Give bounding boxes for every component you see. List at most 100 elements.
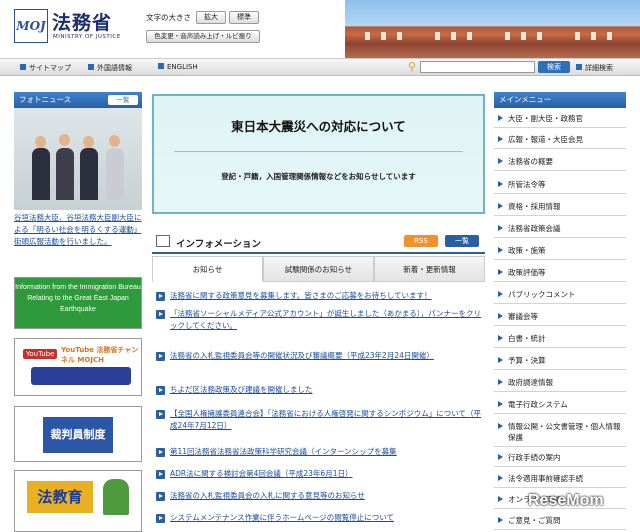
arrow-icon (156, 470, 165, 479)
arrow-icon (156, 448, 165, 457)
search-input[interactable] (420, 61, 535, 73)
menu-item-label: 政策・施策 (508, 246, 546, 255)
information-more-button[interactable]: 一覧 (445, 235, 479, 247)
menu-item-no-action-letter[interactable]: 法令適用事前確認手続 (494, 469, 626, 488)
triangle-icon (498, 158, 503, 164)
tab-new-updates[interactable]: 新着・更新情報 (374, 256, 485, 282)
news-item-text: 第11回法務省法務省法政策科学研究会議（インターンシップを募集 (170, 447, 397, 456)
ministry-building-photo (345, 0, 640, 58)
youtube-banner-text: YouTube 法務省チャンネル MOJCH (61, 346, 139, 364)
triangle-icon (498, 181, 503, 187)
menu-item-policies[interactable]: 政策・施策 (494, 241, 626, 260)
lay-judge-banner[interactable]: 裁判員制度 (14, 406, 142, 462)
news-item[interactable]: 「法務省ソーシャルメディア公式アカウント」が誕生しました（あかまる），パンナーを… (152, 308, 485, 332)
moj-channel-logo (31, 367, 131, 385)
menu-item-evaluation[interactable]: 政策評価等 (494, 263, 626, 282)
photo-news-more-button[interactable]: 一覧 (108, 95, 138, 105)
information-title: インフォメーション (176, 239, 262, 250)
menu-item-procedures[interactable]: 行政手続の案内 (494, 448, 626, 467)
law-education-banner[interactable]: 法教育 (14, 470, 142, 532)
menu-item-public-comment[interactable]: パブリックコメント (494, 285, 626, 304)
menu-item-recruitment[interactable]: 資格・採用情報 (494, 197, 626, 216)
menu-item-disclosure[interactable]: 情報公開・公文書管理・個人情報保護 (494, 417, 626, 447)
sitemap-link[interactable]: サイトマップ (20, 63, 71, 73)
utility-toolbar: サイトマップ 外国語情報 ENGLISH ⚲ 検索 詳細検索 (0, 58, 640, 76)
news-item-text: ADR法に関する検討会第4回会議（平成23年6月1日） (170, 469, 353, 478)
person-head (83, 136, 94, 148)
menu-item-label: パブリックコメント (508, 290, 576, 299)
news-item[interactable]: 【全国人権擁護委員連合会】「法務省における人権啓発に関するシンポジウム」について… (152, 408, 485, 432)
ministry-logo[interactable]: MOJ (14, 9, 48, 43)
youtube-icon: YouTube (23, 349, 58, 359)
menu-item-statistics[interactable]: 白書・統計 (494, 329, 626, 348)
advanced-search-label: 詳細検索 (585, 64, 613, 72)
arrow-icon (158, 63, 164, 69)
menu-item-councils[interactable]: 審議会等 (494, 307, 626, 326)
triangle-icon (498, 379, 503, 385)
menu-item-laws[interactable]: 所管法令等 (494, 175, 626, 194)
menu-item-label: 白書・統計 (508, 334, 546, 343)
mascot-illustration (103, 479, 129, 515)
arrow-icon (156, 386, 165, 395)
news-item[interactable]: システムメンテナンス作業に伴うホームページの閲覧停止について (152, 512, 485, 524)
menu-item-label: 法務省政策会議 (508, 224, 561, 233)
person-figure (56, 148, 74, 200)
person-head (109, 135, 120, 147)
youtube-channel-banner[interactable]: YouTube YouTube 法務省チャンネル MOJCH (14, 338, 142, 396)
lay-judge-label: 裁判員制度 (43, 417, 113, 453)
main-menu-heading: メインメニュー (494, 92, 626, 108)
news-item[interactable]: 法務省の入札監視委員会の入札に関する意見等のお知らせ (152, 490, 485, 502)
font-standard-button[interactable]: 標準 (229, 11, 259, 24)
menu-item-label: 情報公開・公文書管理・個人情報保護 (508, 422, 621, 442)
menu-item-e-government[interactable]: 電子行政システム (494, 395, 626, 414)
menu-item-policy-council[interactable]: 法務省政策会議 (494, 219, 626, 238)
font-enlarge-button[interactable]: 拡大 (196, 11, 226, 24)
triangle-icon (498, 313, 503, 319)
person-head (59, 134, 70, 146)
arrow-icon (88, 64, 94, 70)
person-figure (32, 148, 50, 200)
photo-news-title: フォトニュース (19, 95, 72, 104)
menu-item-procurement[interactable]: 政府調達情報 (494, 373, 626, 392)
advanced-search-link[interactable]: 詳細検索 (576, 63, 613, 73)
menu-item-label: 法務省の概要 (508, 157, 553, 166)
site-title[interactable]: 法務省 (52, 8, 112, 35)
english-link[interactable]: ENGLISH (158, 63, 198, 71)
news-item[interactable]: 第11回法務省法務省法政策科学研究会議（インターンシップを募集 (152, 446, 485, 458)
news-item[interactable]: ADR法に関する検討会第4回会議（平成23年6月1日） (152, 468, 485, 480)
menu-item-feedback[interactable]: ご意見・ご質問 (494, 511, 626, 530)
triangle-icon (498, 269, 503, 275)
menu-item-overview[interactable]: 法務省の概要 (494, 152, 626, 171)
banner-divider (174, 151, 463, 152)
earthquake-response-banner[interactable]: 東日本大震災への対応について 登記・戸籍，入国管理関係情報などをお知らせしていま… (152, 94, 485, 214)
photo-news-caption[interactable]: 谷垣法務大臣、谷垣法務大臣副大臣による「明るい社会を明るくする運動」街頭広報活動… (14, 212, 142, 248)
foreign-language-link[interactable]: 外国語情報 (88, 63, 132, 73)
immigration-earthquake-banner[interactable]: Information from the Immigration Bureau … (14, 277, 142, 329)
tab-exam-notices[interactable]: 試験関係のお知らせ (263, 256, 374, 282)
menu-item-label: 大臣・副大臣・政務官 (508, 114, 583, 123)
triangle-icon (498, 225, 503, 231)
menu-item-ministers[interactable]: 大臣・副大臣・政務官 (494, 109, 626, 128)
accessibility-button[interactable]: 色変更・音声読み上げ・ルビ振り (146, 30, 260, 43)
tab-notices[interactable]: お知らせ (152, 256, 263, 282)
foreign-language-label: 外国語情報 (97, 64, 132, 72)
news-item-text: 法務省の入札監視委員会等の開催状況及び審議概要（平成23年2月24日開催） (170, 351, 434, 360)
news-item[interactable]: 法務省の入札監視委員会等の開催状況及び審議概要（平成23年2月24日開催） (152, 350, 485, 362)
photo-news-image[interactable] (14, 108, 142, 210)
news-item[interactable]: 法務省に関する政策意見を募集します。皆さまのご応募をお待ちしています！ (152, 290, 485, 302)
rss-button[interactable]: RSS (404, 235, 438, 247)
menu-item-label: 所管法令等 (508, 180, 546, 189)
news-item[interactable]: ちよだ区法務政策及び建議を開催しました (152, 384, 485, 396)
arrow-icon (20, 64, 26, 70)
triangle-icon (498, 203, 503, 209)
search-button[interactable]: 検索 (538, 61, 570, 73)
menu-item-pr[interactable]: 広報・報道・大臣会見 (494, 130, 626, 149)
information-heading: インフォメーション RSS 一覧 (152, 232, 485, 254)
triangle-icon (498, 401, 503, 407)
person-figure (80, 148, 98, 200)
law-education-label: 法教育 (27, 481, 93, 513)
menu-item-budget[interactable]: 予算・決算 (494, 351, 626, 370)
news-item-text: システムメンテナンス作業に伴うホームページの閲覧停止について (170, 513, 395, 522)
english-label: ENGLISH (167, 63, 198, 71)
triangle-icon (498, 357, 503, 363)
